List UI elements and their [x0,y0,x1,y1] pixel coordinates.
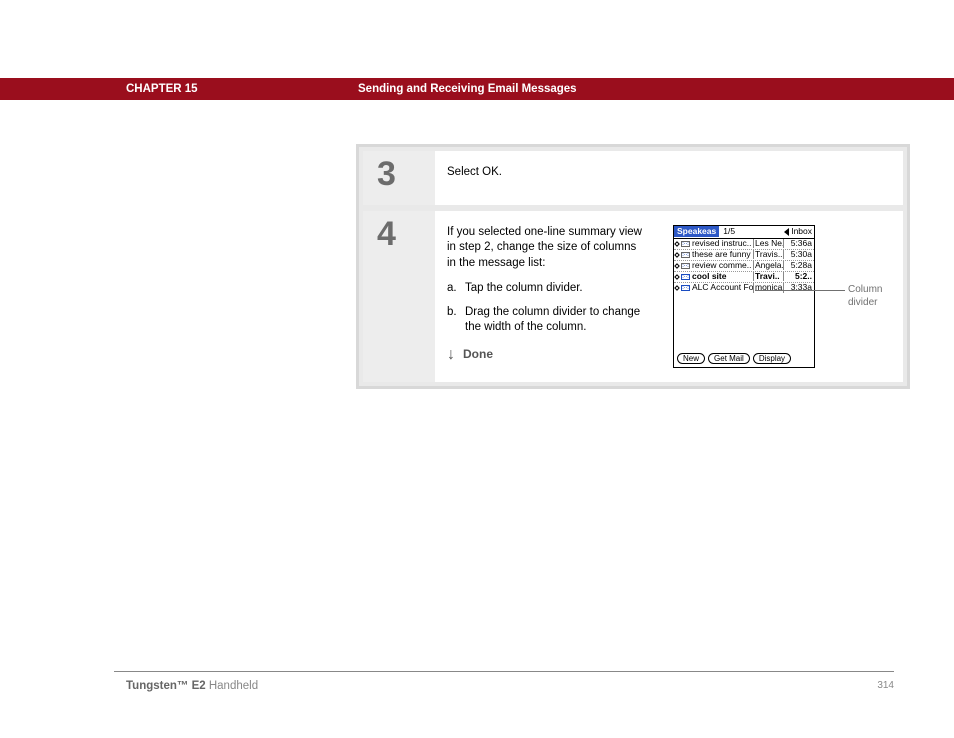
message-time: 5:28a [784,261,813,270]
pda-app-title: Speakeas [674,226,719,237]
step-number: 3 [363,151,435,205]
message-row: cool siteTravi..5:2.. [674,272,814,283]
substep-b-text: Drag the column divider to change the wi… [465,305,645,336]
message-from: monica.. [754,283,784,292]
substep-a-text: Tap the column divider. [465,281,645,297]
pda-screenshot: Speakeas 1/5 Inbox revised instruc..Les … [673,225,815,368]
message-subject: review comme.. [692,261,754,270]
chapter-title: Sending and Receiving Email Messages [358,83,577,95]
pda-getmail-button: Get Mail [708,353,750,364]
message-subject: cool site [692,272,754,281]
step-3-text: Select OK. [447,165,645,181]
mail-icon [681,241,690,247]
callout-line [755,290,845,291]
pda-titlebar: Speakeas 1/5 Inbox [674,226,814,239]
pda-new-button: New [677,353,705,364]
unread-diamond-icon [674,252,680,258]
substep-b-label: b. [447,305,465,336]
message-row: revised instruc..Les Ne..5:36a [674,239,814,250]
steps-card: 3 Select OK. 4 If you selected one-line … [356,144,910,389]
mail-icon [681,263,690,269]
down-arrow-icon: ↓ [447,344,455,366]
step-3: 3 Select OK. [363,151,903,205]
chapter-header: CHAPTER 15 Sending and Receiving Email M… [0,78,954,100]
message-time: 5:2.. [784,272,813,281]
unread-diamond-icon [674,285,680,291]
message-from: Travi.. [754,272,784,281]
pda-mailbox-label: Inbox [791,227,812,236]
message-subject: ALC Account Fo.. [692,283,754,292]
done-label: Done [463,346,493,362]
footer-brand-bold: Tungsten™ E2 [126,680,206,692]
done-indicator: ↓ Done [447,344,645,366]
pda-message-list: revised instruc..Les Ne..5:36athese are … [674,239,814,294]
triangle-left-icon [784,228,789,236]
step-body: If you selected one-line summary view in… [435,211,903,382]
substep-a-label: a. [447,281,465,297]
unread-diamond-icon [674,263,680,269]
pda-display-button: Display [753,353,791,364]
step-4-intro: If you selected one-line summary view in… [447,225,645,272]
column-divider-annotation: Column divider [848,283,882,310]
message-time: 5:36a [784,239,813,248]
step-body: Select OK. [435,151,903,205]
footer-page-number: 314 [877,680,894,691]
message-row: these are funnyTravis..5:30a [674,250,814,261]
unread-diamond-icon [674,274,680,280]
chapter-label: CHAPTER 15 [126,83,198,95]
message-time: 3:33a [784,283,813,292]
footer-product: Handheld [206,680,258,692]
message-from: Angela.. [754,261,784,270]
message-time: 5:30a [784,250,813,259]
pda-screenshot-container: Speakeas 1/5 Inbox revised instruc..Les … [673,225,815,368]
message-from: Travis.. [754,250,784,259]
unread-diamond-icon [674,241,680,247]
pda-blank-area [674,294,814,350]
pda-button-row: New Get Mail Display [674,350,814,367]
message-subject: revised instruc.. [692,239,754,248]
pda-mailbox-selector: Inbox [784,227,812,236]
step-4: 4 If you selected one-line summary view … [363,211,903,382]
message-from: Les Ne.. [754,239,784,248]
message-subject: these are funny [692,250,754,259]
pda-page-indicator: 1/5 [723,227,735,236]
step-number: 4 [363,211,435,382]
mail-icon [681,274,690,280]
footer-rule [114,671,894,672]
footer-brand: Tungsten™ E2 Handheld [126,680,258,692]
message-row: ALC Account Fo..monica..3:33a [674,283,814,294]
mail-icon [681,285,690,291]
mail-icon [681,252,690,258]
message-row: review comme..Angela..5:28a [674,261,814,272]
